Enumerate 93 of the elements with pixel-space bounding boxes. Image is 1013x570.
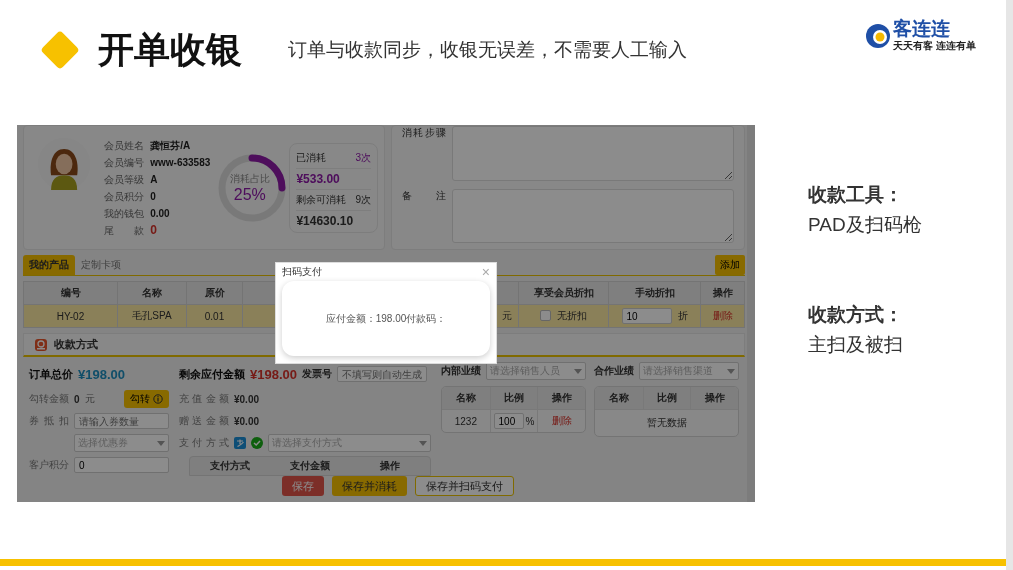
field-value: 0.00 (150, 206, 170, 221)
column-header: 名称 (454, 391, 477, 405)
field-label: 会员姓名 (104, 138, 145, 153)
field-label: 发票号 (302, 367, 332, 381)
caret-icon (574, 368, 582, 374)
field-label: 会员积分 (104, 189, 145, 204)
column-header: 手动折扣 (608, 281, 701, 305)
slide-subtitle: 订单与收款同步，收银无误差，不需要人工输入 (288, 38, 688, 62)
field-label: 消耗步骤 (402, 126, 446, 140)
input-field[interactable]: 0 (74, 457, 169, 473)
stat-amount: ¥533.00 (296, 167, 371, 186)
note-text: 主扫及被扫 (808, 333, 904, 357)
unit-label: 元 (84, 392, 95, 406)
column-header: 支付方式 (209, 459, 251, 473)
coin-icon (34, 337, 48, 352)
total-label: 订单总价 (29, 366, 73, 382)
input-field[interactable]: 100 (493, 413, 524, 429)
table-cell: 1232 (454, 415, 477, 427)
column-header: 操作 (537, 387, 585, 409)
total-amount: ¥198.00 (78, 366, 125, 382)
field-label: 内部业绩 (441, 364, 481, 378)
checkbox[interactable] (540, 310, 551, 322)
field-value: ¥0.00 (234, 393, 260, 405)
stat-count: 9次 (355, 192, 371, 207)
info-icon (153, 394, 163, 404)
logo-icon (865, 22, 892, 49)
input-field[interactable]: 10 (621, 308, 672, 324)
wallet-app-icon (234, 437, 246, 449)
add-button[interactable]: 添加 (715, 255, 745, 275)
tab[interactable]: 定制卡项 (75, 255, 127, 275)
tab[interactable]: 我的产品 (23, 255, 75, 275)
field-value: A (150, 172, 158, 187)
save-button[interactable]: 保存并扫码支付 (415, 476, 514, 496)
unit-label: 折 (677, 309, 688, 323)
unit-label: % (525, 415, 535, 427)
stat-count: 3次 (355, 150, 371, 165)
stat-label: 剩余可消耗 (296, 192, 347, 207)
column-header: 享受会员折扣 (518, 281, 609, 305)
column-header: 操作 (379, 459, 401, 473)
close-button[interactable]: × (479, 265, 492, 279)
empty-message: 暂无数据 (595, 409, 738, 436)
field-value: 0 (150, 189, 156, 204)
input-field[interactable]: 请输入券数量 (74, 413, 169, 429)
field-value: 0 (74, 393, 80, 405)
caret-icon (157, 440, 165, 446)
ring-value: 25% (233, 185, 266, 204)
payment-message: 应付金额：198.00付款码： (325, 311, 447, 326)
note-heading: 收款方式： (808, 303, 904, 327)
field-label: 备注 (402, 188, 446, 203)
dialog-title: 扫码支付 (282, 265, 322, 279)
column-header: 编号 (23, 281, 118, 305)
text-area[interactable] (452, 188, 734, 243)
section-title: 收款方式 (54, 337, 98, 352)
caret-icon (727, 368, 735, 374)
unit-label: 元 (502, 310, 512, 321)
column-header: 名称 (607, 391, 630, 405)
logo-name: 客连连 (893, 18, 952, 39)
field-label: 会员等级 (104, 172, 145, 187)
remaining-label: 剩余应付金额 (179, 366, 245, 382)
field-value: 龚恒芬/A (150, 138, 191, 153)
stat-amount: ¥14630.10 (296, 209, 371, 228)
field-label: 会员编号 (104, 155, 145, 170)
column-header: 比例 (642, 387, 691, 409)
field-value: ¥0.00 (234, 415, 260, 427)
logo-tagline: 天天有客 连连有单 (893, 39, 976, 53)
field-label: 尾款 (104, 223, 145, 238)
remaining-amount: ¥198.00 (250, 366, 297, 382)
check-circle-icon (251, 437, 263, 449)
note-text: PAD及扫码枪 (808, 213, 922, 237)
column-header: 支付金额 (289, 459, 331, 473)
table-cell: HY-02 (56, 310, 85, 322)
field-label: 我的钱包 (104, 206, 145, 221)
checkbox-label: 无折扣 (557, 308, 587, 323)
delete-link[interactable]: 删除 (551, 414, 572, 428)
table-cell: 0.01 (204, 310, 225, 322)
scrollbar[interactable] (747, 125, 755, 502)
column-header: 操作 (690, 387, 738, 409)
text-area[interactable] (452, 126, 734, 181)
field-label: 合作业绩 (594, 364, 634, 378)
column-header: 比例 (489, 387, 538, 409)
table-cell: 毛孔SPA (132, 310, 172, 321)
save-button[interactable]: 保存 (282, 476, 324, 496)
field-value: www-633583 (150, 155, 211, 170)
transfer-button[interactable]: 勾转 (124, 390, 169, 408)
slide-title: 开单收银 (98, 27, 242, 72)
column-header: 名称 (117, 281, 187, 305)
column-header: 原价 (186, 281, 243, 305)
note-heading: 收款工具： (808, 183, 904, 207)
save-button[interactable]: 保存并消耗 (332, 476, 407, 496)
caret-icon (419, 440, 427, 446)
stat-label: 已消耗 (296, 150, 327, 165)
field-value: 0 (150, 221, 157, 239)
column-header: 操作 (700, 281, 745, 305)
